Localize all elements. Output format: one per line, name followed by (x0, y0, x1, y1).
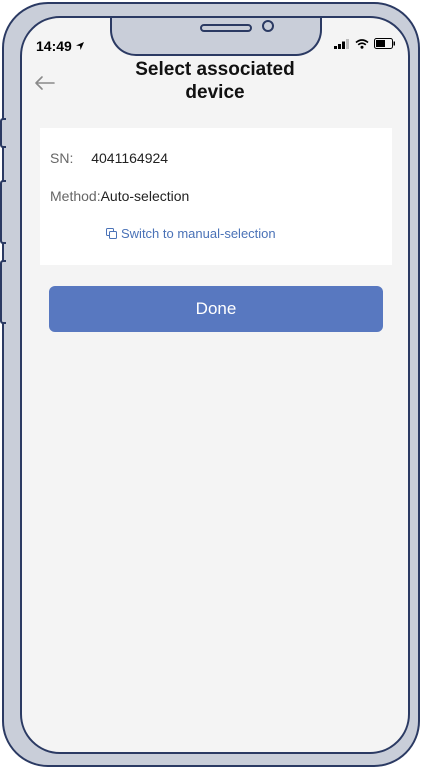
phone-screen: 14:49 Select associated device SN: 40411… (20, 16, 410, 754)
status-icons (334, 38, 396, 49)
status-time-text: 14:49 (36, 38, 72, 54)
page-title: Select associated device (82, 58, 348, 104)
status-time: 14:49 (36, 38, 85, 54)
switch-manual-link[interactable]: Switch to manual-selection (106, 226, 276, 241)
device-info-card: SN: 4041164924 Method:Auto-selection Swi… (40, 128, 392, 265)
battery-icon (374, 38, 395, 49)
phone-side-button (0, 260, 6, 324)
phone-notch (110, 18, 322, 56)
back-arrow-icon[interactable] (32, 70, 58, 96)
sn-row: SN: 4041164924 (50, 150, 168, 166)
sn-label: SN: (50, 150, 74, 166)
method-row: Method:Auto-selection (50, 188, 189, 204)
switch-icon (106, 228, 117, 239)
method-label: Method: (50, 188, 101, 204)
front-camera (262, 20, 274, 32)
page-title-line2: device (185, 82, 245, 103)
method-value: Auto-selection (100, 188, 190, 204)
speaker-grille (200, 24, 252, 32)
signal-icon (334, 38, 349, 49)
phone-side-button (0, 180, 6, 244)
switch-manual-label: Switch to manual-selection (121, 226, 276, 241)
sn-value: 4041164924 (91, 150, 169, 166)
wifi-icon (355, 38, 369, 49)
location-arrow-icon (75, 42, 84, 50)
done-button[interactable]: Done (49, 286, 383, 332)
page-title-line1: Select associated (135, 59, 295, 80)
phone-side-button (0, 118, 6, 148)
